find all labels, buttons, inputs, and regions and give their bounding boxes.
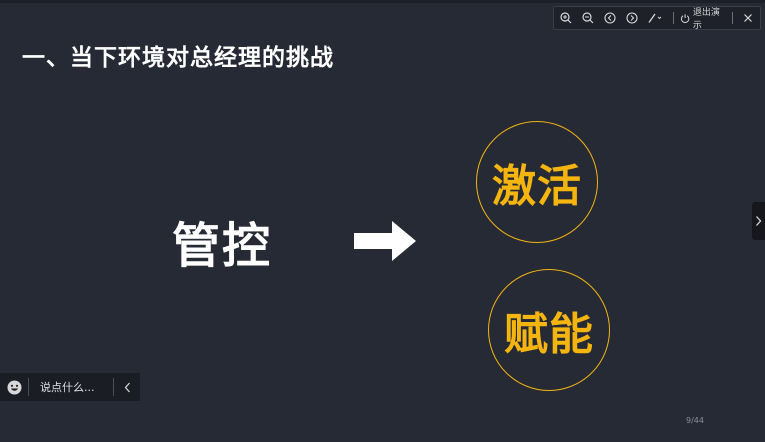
presentation-toolbar: 退出演示 [553,5,761,31]
close-icon [743,14,752,22]
pen-tool-button[interactable] [645,9,666,27]
chevron-right-icon [756,216,762,226]
empower-word: 赋能 [504,309,594,360]
prev-icon [604,12,616,24]
chat-input[interactable]: 说点什么... [29,379,113,395]
circle-activate: 激活 [476,121,598,243]
end-show-label: 退出演示 [692,8,720,31]
close-button[interactable] [739,9,756,27]
zoom-in-icon [560,12,572,24]
side-panel-toggle[interactable] [752,202,765,240]
next-slide-button[interactable] [623,9,640,27]
pen-icon [648,13,662,23]
chevron-left-icon [124,382,130,392]
control-word: 管控 [172,218,273,274]
circle-empower: 赋能 [488,269,610,391]
emoji-button[interactable] [0,373,28,401]
zoom-out-icon [582,12,594,24]
zoom-out-button[interactable] [580,9,597,27]
chat-bar: 说点什么... [0,373,140,401]
page-indicator: 9/44 [686,416,704,425]
chat-collapse-button[interactable] [114,373,140,401]
previous-slide-button[interactable] [602,9,619,27]
slide-title: 一、当下环境对总经理的挑战 [22,44,334,71]
toolbar-separator [672,12,674,24]
right-arrow-icon [354,221,416,261]
next-icon [626,12,638,24]
emoji-icon [7,380,21,394]
activate-word: 激活 [492,161,582,212]
power-icon [680,13,689,23]
end-show-button[interactable]: 退出演示 [680,5,727,31]
toolbar-separator [732,12,734,24]
top-border [0,0,765,3]
zoom-in-button[interactable] [558,9,575,27]
